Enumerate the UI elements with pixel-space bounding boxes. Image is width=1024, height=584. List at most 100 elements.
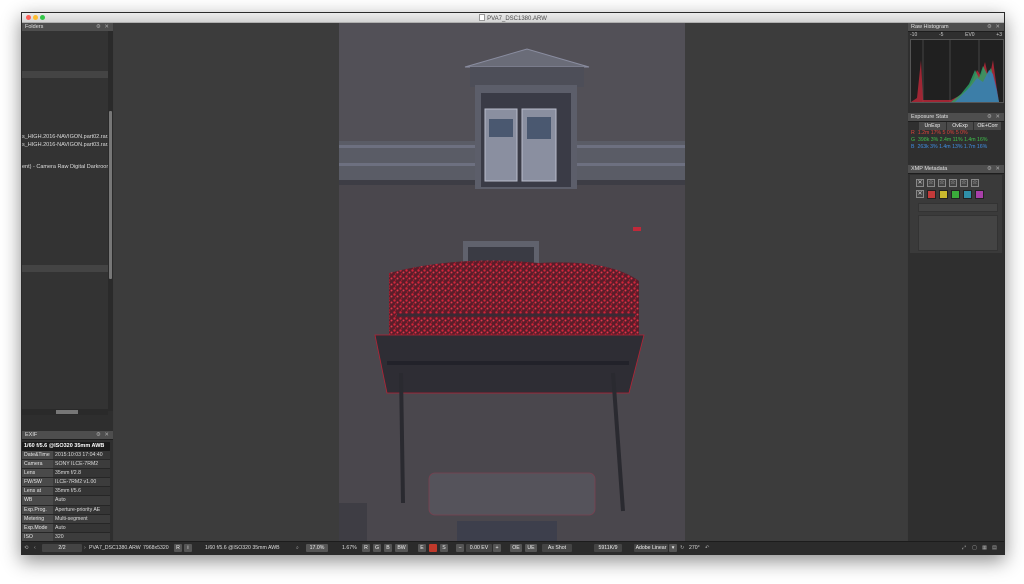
panel-controls[interactable]: ⚙ ✕ xyxy=(987,165,1001,173)
zoom-level[interactable]: 17.0% xyxy=(306,544,328,552)
folder-item[interactable]: s_HIGH.2016-NAVIGON.part03.rar.d xyxy=(22,142,110,148)
xmp-notes-field[interactable] xyxy=(918,215,998,251)
raw-toggle-button[interactable]: R xyxy=(174,544,182,552)
channel-r-button[interactable]: R xyxy=(362,544,370,552)
exif-title: EXIF xyxy=(25,432,38,438)
panel-controls[interactable]: ⚙ ✕ xyxy=(96,23,110,31)
color-label-button[interactable] xyxy=(951,190,960,199)
profile-select[interactable]: Adobe Linear xyxy=(634,544,668,552)
panel-controls[interactable]: ⚙ ✕ xyxy=(987,113,1001,121)
rating-row: ✕ ☆ ☆ ☆ ☆ ☆ xyxy=(916,179,979,187)
panel-controls[interactable]: ⚙ ✕ xyxy=(96,431,110,439)
sync-icon[interactable]: ⟲ xyxy=(24,544,28,553)
image-viewer[interactable] xyxy=(114,23,907,541)
raw-histogram[interactable] xyxy=(910,39,1004,103)
exif-value: SONY ILCE-7RM2 xyxy=(53,460,110,469)
clipping-red-button[interactable] xyxy=(429,544,437,552)
histogram-graph xyxy=(911,40,999,102)
exif-key: Lens at xyxy=(22,487,53,496)
exif-value: 35mm f/2.8 xyxy=(53,469,110,478)
exif-value: 2015:10:03 17:04:40 xyxy=(53,451,110,460)
left-panel: Folders ⚙ ✕ s_HIGH.2016-NAVIGON.part02.r… xyxy=(22,23,113,552)
exif-key: Exp.Mode xyxy=(22,523,53,532)
star-icon[interactable]: ☆ xyxy=(927,179,935,187)
fullscreen-icon[interactable]: ⤢ xyxy=(962,544,966,553)
exif-row: Lens at 35mm f/5.6 xyxy=(22,487,110,497)
panel-controls[interactable]: ⚙ ✕ xyxy=(987,23,1001,31)
shadow-warning-button[interactable]: S xyxy=(440,544,448,552)
xmp-panel-header: XMP Metadata ⚙ ✕ xyxy=(908,165,1004,174)
exif-key: WB xyxy=(22,496,53,505)
rotation-value: 270° xyxy=(689,545,700,551)
star-icon[interactable]: ☆ xyxy=(960,179,968,187)
rotate-left-icon[interactable]: ↶ xyxy=(705,544,709,553)
zoom-ratio: 1.67% xyxy=(342,545,357,551)
profile-dropdown-icon[interactable]: ▾ xyxy=(669,544,677,552)
exif-value: 35mm f/5.6 xyxy=(53,487,110,496)
channel-b-button[interactable]: B xyxy=(384,544,392,552)
xmp-metadata: ✕ ☆ ☆ ☆ ☆ ☆ ✕ xyxy=(910,175,1002,253)
exif-row: Camera SONY ILCE-7RM2 xyxy=(22,460,110,470)
next-icon[interactable]: › xyxy=(84,544,86,553)
layout-icon[interactable]: ▢ xyxy=(972,544,977,553)
color-label-button[interactable] xyxy=(939,190,948,199)
exif-row: Metering Multi-segment xyxy=(22,514,110,524)
prev-icon[interactable]: ‹ xyxy=(34,544,36,553)
xmp-field[interactable] xyxy=(918,203,998,212)
stats-values: 398k 3% 2.4m 11% 1.4m 16% xyxy=(918,137,988,143)
info-toggle-button[interactable]: i xyxy=(184,544,192,552)
exposure-warning-button[interactable]: E xyxy=(418,544,426,552)
xmp-title: XMP Metadata xyxy=(911,166,948,172)
stats-channel: B xyxy=(911,144,915,150)
app-window: PVA7_DSC1380.ARW Folders ⚙ ✕ s_HIGH.2016… xyxy=(21,12,1005,555)
stats-row-r: R 1.2m 17% 5 0% 5 0% xyxy=(910,130,1002,137)
exif-key: Exp.Prog. xyxy=(22,505,53,514)
color-label-row: ✕ xyxy=(916,190,984,199)
folder-item[interactable]: ent) - Camera Raw Digital Darkroom xyxy=(22,164,110,170)
color-label-button[interactable] xyxy=(975,190,984,199)
panels-icon[interactable]: ▤ xyxy=(992,544,997,553)
scroll-thumb[interactable] xyxy=(109,111,112,279)
folder-row-highlight[interactable] xyxy=(22,265,108,272)
folders-horizontal-scrollbar[interactable] xyxy=(22,409,108,415)
histogram-title: Raw Histogram xyxy=(911,24,949,30)
photo-preview[interactable] xyxy=(339,23,685,541)
ev-value[interactable]: 0.00 EV xyxy=(466,544,492,552)
zoom-icon[interactable]: ⌕ xyxy=(296,544,299,553)
star-icon[interactable]: ☆ xyxy=(971,179,979,187)
scroll-thumb[interactable] xyxy=(56,410,78,414)
exif-key: ISO xyxy=(22,532,53,541)
exif-value: ILCE-7RM2 v1.00 xyxy=(53,478,110,487)
white-balance-select[interactable]: As Shot xyxy=(542,544,572,552)
star-icon[interactable]: ☆ xyxy=(949,179,957,187)
rotate-icon[interactable]: ↻ xyxy=(680,544,684,553)
stats-row-b: B 263k 3% 1.4m 13% 1.7m 16% xyxy=(910,144,1002,151)
star-icon[interactable]: ☆ xyxy=(938,179,946,187)
stats-header-row: UnExp OvExp OE+Corr xyxy=(910,122,1002,130)
stats-values: 263k 3% 1.4m 13% 1.7m 16% xyxy=(917,144,988,150)
exposure-stats-header: Exposure Stats ⚙ ✕ xyxy=(908,113,1004,122)
channel-bw-button[interactable]: BW xyxy=(395,544,408,552)
page-indicator[interactable]: 2/2 xyxy=(42,544,82,552)
color-temp[interactable]: 5911K/9 xyxy=(594,544,622,552)
folder-row-highlight[interactable] xyxy=(22,71,108,78)
exif-value: Auto xyxy=(53,496,110,505)
folders-tree[interactable]: s_HIGH.2016-NAVIGON.part02.rar.d s_HIGH.… xyxy=(22,31,110,411)
channel-g-button[interactable]: G xyxy=(373,544,381,552)
folder-item[interactable]: s_HIGH.2016-NAVIGON.part02.rar.d xyxy=(22,134,110,140)
oe-toggle-button[interactable]: OE xyxy=(510,544,522,552)
ue-toggle-button[interactable]: UE xyxy=(525,544,537,552)
exif-value: Auto xyxy=(53,523,110,532)
stats-row-g: G 398k 3% 2.4m 11% 1.4m 16% xyxy=(910,137,1002,144)
color-label-button[interactable] xyxy=(963,190,972,199)
status-exif: 1/60 f/5.6 @ISO320 35mm AWB xyxy=(205,545,280,551)
color-label-button[interactable] xyxy=(927,190,936,199)
reject-icon[interactable]: ✕ xyxy=(916,179,924,187)
exif-row: WB Auto xyxy=(22,496,110,506)
ev-minus-button[interactable]: − xyxy=(456,544,464,552)
stats-channel: R xyxy=(911,130,915,136)
folders-vertical-scrollbar[interactable] xyxy=(108,31,113,411)
grid-icon[interactable]: ▦ xyxy=(982,544,987,553)
ev-plus-button[interactable]: + xyxy=(493,544,501,552)
clear-label-icon[interactable]: ✕ xyxy=(916,190,924,198)
